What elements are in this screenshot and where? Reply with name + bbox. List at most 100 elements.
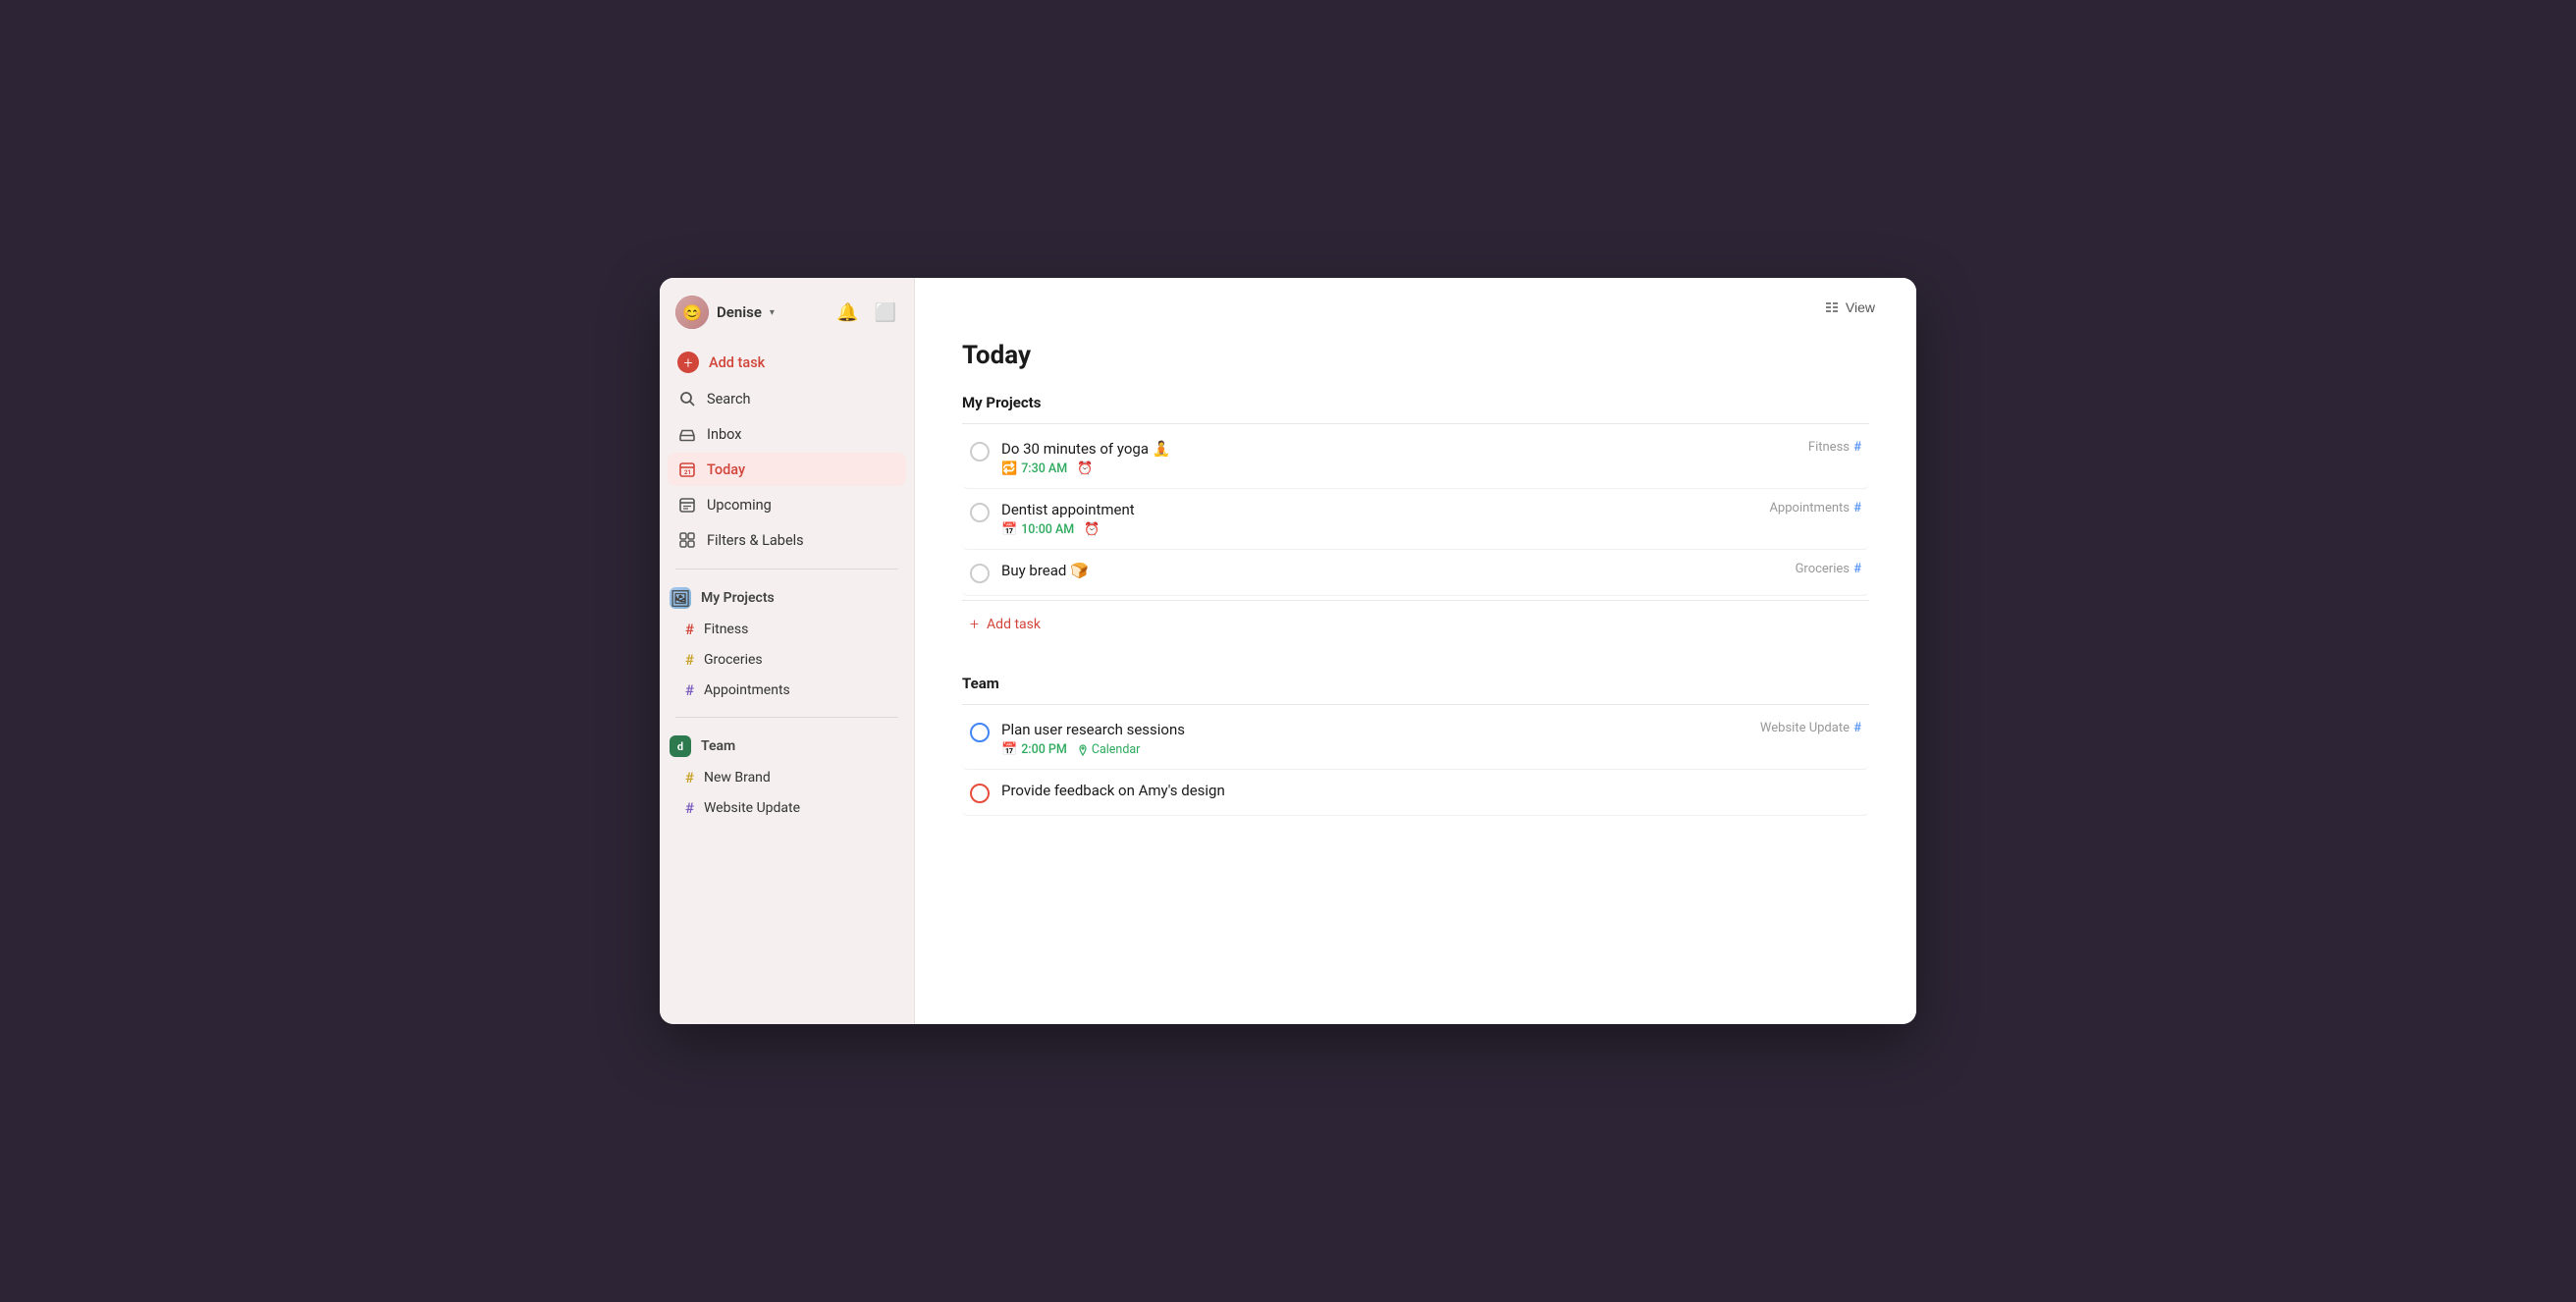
team-avatar: d xyxy=(670,735,691,757)
task-item-yoga[interactable]: Do 30 minutes of yoga 🧘 🔁 7:30 AM ⏰ Fitn… xyxy=(962,428,1869,489)
user-info[interactable]: 😊 Denise ▾ xyxy=(675,296,775,329)
groceries-label: Groceries xyxy=(704,652,763,668)
alarm-icon-yoga: ⏰ xyxy=(1077,461,1093,476)
calendar-icon-research: 📅 xyxy=(1001,742,1017,757)
task-title-yoga: Do 30 minutes of yoga 🧘 xyxy=(1001,440,1797,458)
task-title-dentist: Dentist appointment xyxy=(1001,501,1757,518)
task-meta-user-research: 📅 2:00 PM Calendar xyxy=(1001,742,1748,757)
task-item-dentist[interactable]: Dentist appointment 📅 10:00 AM ⏰ Appoint… xyxy=(962,489,1869,550)
task-title-user-research: Plan user research sessions xyxy=(1001,721,1748,738)
alarm-icon-dentist: ⏰ xyxy=(1084,522,1100,537)
main-header: View xyxy=(915,278,1916,321)
team-section[interactable]: d Team xyxy=(660,730,914,763)
fitness-hash-icon: # xyxy=(685,621,694,638)
task-body-user-research: Plan user research sessions 📅 2:00 PM xyxy=(1001,721,1748,757)
task-item-bread[interactable]: Buy bread 🍞 Groceries # xyxy=(962,550,1869,596)
new-brand-label: New Brand xyxy=(704,770,771,786)
layout-button[interactable]: ⬜ xyxy=(873,300,898,325)
today-label: Today xyxy=(707,461,745,478)
task-location-research: Calendar xyxy=(1077,742,1141,757)
view-button-label: View xyxy=(1846,299,1875,315)
appointments-hash-icon: # xyxy=(685,681,694,699)
task-checkbox-feedback[interactable] xyxy=(970,784,990,803)
groceries-hash-icon: # xyxy=(685,651,694,669)
section-divider-top xyxy=(962,423,1869,424)
view-icon xyxy=(1824,299,1840,315)
app-window: 😊 Denise ▾ 🔔 ⬜ + Add task xyxy=(660,278,1916,1024)
upcoming-label: Upcoming xyxy=(707,497,772,514)
project-item-website-update[interactable]: # Website Update xyxy=(668,793,906,823)
project-item-groceries[interactable]: # Groceries xyxy=(668,645,906,675)
my-projects-avatar: 🖼 xyxy=(670,587,691,609)
website-update-label: Website Update xyxy=(704,800,800,816)
task-title-feedback: Provide feedback on Amy's design xyxy=(1001,782,1861,799)
add-task-inline-label: Add task xyxy=(987,617,1041,632)
task-body-bread: Buy bread 🍞 xyxy=(1001,562,1784,583)
sidebar-item-search[interactable]: Search xyxy=(668,382,906,415)
sidebar-item-today[interactable]: 21 Today xyxy=(668,453,906,486)
avatar: 😊 xyxy=(675,296,709,329)
sidebar: 😊 Denise ▾ 🔔 ⬜ + Add task xyxy=(660,278,915,1024)
task-project-yoga: Fitness xyxy=(1808,440,1850,455)
notification-button[interactable]: 🔔 xyxy=(834,300,860,325)
location-text: Calendar xyxy=(1092,742,1141,757)
project-item-fitness[interactable]: # Fitness xyxy=(668,615,906,644)
website-update-hash-icon: # xyxy=(685,799,694,817)
my-projects-section[interactable]: 🖼 My Projects xyxy=(660,581,914,615)
task-body-yoga: Do 30 minutes of yoga 🧘 🔁 7:30 AM ⏰ xyxy=(1001,440,1797,476)
sidebar-item-filters[interactable]: Filters & Labels xyxy=(668,523,906,557)
task-right-dentist: Appointments # xyxy=(1769,501,1861,515)
filters-icon xyxy=(677,530,697,550)
task-checkbox-dentist[interactable] xyxy=(970,503,990,522)
task-checkbox-yoga[interactable] xyxy=(970,442,990,461)
my-projects-label: My Projects xyxy=(701,590,775,606)
page-title: Today xyxy=(962,341,1869,370)
today-icon: 21 xyxy=(677,460,697,479)
project-item-new-brand[interactable]: # New Brand xyxy=(668,763,906,792)
my-projects-section-title: My Projects xyxy=(962,394,1869,411)
location-pin-icon xyxy=(1077,744,1089,756)
task-meta-yoga: 🔁 7:30 AM ⏰ xyxy=(1001,461,1797,476)
search-icon xyxy=(677,389,697,408)
task-project-hash-yoga: # xyxy=(1853,440,1861,455)
task-project-research: Website Update xyxy=(1760,721,1850,735)
task-body-dentist: Dentist appointment 📅 10:00 AM ⏰ xyxy=(1001,501,1757,537)
divider-1 xyxy=(675,569,898,570)
main-content: View Today My Projects Do 30 minutes of … xyxy=(915,278,1916,1024)
task-item-user-research[interactable]: Plan user research sessions 📅 2:00 PM xyxy=(962,709,1869,770)
task-time-dentist: 📅 10:00 AM xyxy=(1001,522,1074,537)
section-divider-bottom xyxy=(962,600,1869,601)
task-checkbox-user-research[interactable] xyxy=(970,723,990,742)
team-divider-top xyxy=(962,704,1869,705)
task-item-feedback[interactable]: Provide feedback on Amy's design xyxy=(962,770,1869,816)
task-right-yoga: Fitness # xyxy=(1808,440,1861,455)
team-tasks-section: Team Plan user research sessions 📅 2:00 … xyxy=(962,675,1869,816)
task-time-value-yoga: 7:30 AM xyxy=(1021,461,1067,476)
divider-2 xyxy=(675,717,898,718)
search-label: Search xyxy=(707,391,751,407)
project-item-appointments[interactable]: # Appointments xyxy=(668,676,906,705)
add-task-button[interactable]: + Add task xyxy=(668,345,906,380)
team-label: Team xyxy=(701,738,735,754)
header-icons: 🔔 ⬜ xyxy=(834,300,898,325)
add-task-inline-my-projects[interactable]: + Add task xyxy=(962,605,1869,643)
sidebar-item-inbox[interactable]: Inbox xyxy=(668,417,906,451)
user-name: Denise xyxy=(717,303,762,321)
upcoming-icon xyxy=(677,495,697,515)
task-meta-dentist: 📅 10:00 AM ⏰ xyxy=(1001,522,1757,537)
task-time-value-research: 2:00 PM xyxy=(1021,742,1067,757)
fitness-label: Fitness xyxy=(704,622,748,637)
inbox-icon xyxy=(677,424,697,444)
my-projects-nav: # Fitness # Groceries # Appointments xyxy=(660,615,914,705)
sidebar-item-upcoming[interactable]: Upcoming xyxy=(668,488,906,521)
task-checkbox-bread[interactable] xyxy=(970,564,990,583)
task-time-yoga: 🔁 7:30 AM xyxy=(1001,461,1067,476)
appointments-label: Appointments xyxy=(704,682,790,698)
calendar-icon-dentist: 📅 xyxy=(1001,522,1017,537)
task-time-value-dentist: 10:00 AM xyxy=(1021,522,1074,537)
view-button[interactable]: View xyxy=(1814,294,1885,321)
my-projects-tasks-section: My Projects Do 30 minutes of yoga 🧘 🔁 7:… xyxy=(962,394,1869,643)
task-title-bread: Buy bread 🍞 xyxy=(1001,562,1784,579)
chevron-down-icon: ▾ xyxy=(770,307,775,318)
recurring-icon: 🔁 xyxy=(1001,461,1017,476)
